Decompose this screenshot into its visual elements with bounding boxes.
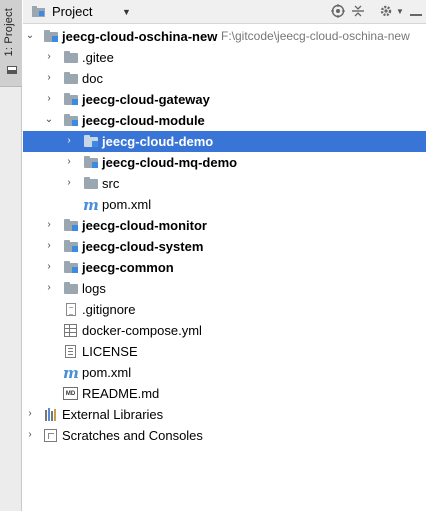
chevron-right-icon[interactable]: › [44, 283, 54, 293]
chevron-right-icon[interactable]: › [25, 430, 35, 440]
tree-row-scratches[interactable]: › Scratches and Consoles [23, 425, 426, 446]
tree-row-label: pom.xml [82, 365, 132, 380]
project-tool-tab-label: 1: Project [3, 8, 15, 57]
module-folder-icon [83, 134, 99, 149]
tree-row-system[interactable]: › jeecg-cloud-system [23, 236, 426, 257]
module-folder-icon [63, 218, 79, 233]
file-icon [63, 302, 79, 317]
tree-row-label: docker-compose.yml [82, 323, 202, 338]
tree-row-label: jeecg-cloud-mq-demo [102, 155, 238, 170]
tree-row-label: logs [82, 281, 106, 296]
chevron-right-icon[interactable]: › [44, 262, 54, 272]
tree-row-demo[interactable]: › jeecg-cloud-demo [23, 131, 426, 152]
tree-row-docker-compose[interactable]: docker-compose.yml [23, 320, 426, 341]
tool-window-strip: 1: Project [0, 0, 22, 511]
chevron-right-icon[interactable]: › [64, 136, 74, 146]
tree-row-logs[interactable]: › logs [23, 278, 426, 299]
chevron-right-icon[interactable]: › [25, 409, 35, 419]
chevron-right-icon[interactable]: › [44, 241, 54, 251]
project-view-title[interactable]: Project [52, 4, 92, 19]
license-icon [63, 344, 79, 359]
scratches-icon [43, 428, 59, 443]
tree-row-label: pom.xml [102, 197, 152, 212]
maven-icon: m [63, 364, 79, 382]
folder-icon [63, 281, 79, 296]
tree-row-label: jeecg-cloud-gateway [82, 92, 210, 107]
chevron-down-icon[interactable]: ⌄ [44, 115, 54, 125]
tree-row-license[interactable]: LICENSE [23, 341, 426, 362]
tree-row-root-pom[interactable]: m pom.xml [23, 362, 426, 383]
chevron-right-icon[interactable]: › [44, 220, 54, 230]
chevron-right-icon[interactable]: › [64, 178, 74, 188]
module-folder-icon [63, 239, 79, 254]
tree-row-label: jeecg-cloud-system [82, 239, 204, 254]
tree-row-gitignore[interactable]: .gitignore [23, 299, 426, 320]
tree-row-label: jeecg-cloud-demo [102, 134, 214, 149]
chevron-right-icon[interactable]: › [44, 94, 54, 104]
chevron-right-icon[interactable]: › [64, 157, 74, 167]
folder-icon [63, 71, 79, 86]
tree-row-monitor[interactable]: › jeecg-cloud-monitor [23, 215, 426, 236]
tree-row-label: jeecg-common [82, 260, 174, 275]
tree-row-gateway[interactable]: › jeecg-cloud-gateway [23, 89, 426, 110]
tree-row-label: Scratches and Consoles [62, 428, 203, 443]
project-path: F:\gitcode\jeecg-cloud-oschina-new [221, 29, 410, 43]
folder-icon [83, 176, 99, 191]
tree-row-label: doc [82, 71, 103, 86]
tree-row-label: jeecg-cloud-monitor [82, 218, 207, 233]
gear-dropdown-icon[interactable]: ▼ [392, 4, 408, 20]
chevron-down-icon[interactable]: ⌄ [25, 31, 35, 41]
chevron-right-icon[interactable]: › [44, 52, 54, 62]
tree-row-module-pom[interactable]: m pom.xml [23, 194, 426, 215]
tree-row-label: jeecg-cloud-module [82, 113, 205, 128]
module-folder-icon [83, 155, 99, 170]
tree-row-readme[interactable]: MD README.md [23, 383, 426, 404]
tree-row-module[interactable]: ⌄ jeecg-cloud-module [23, 110, 426, 131]
project-tree: ⌄ jeecg-cloud-oschina-new F:\gitcode\jee… [23, 24, 426, 511]
globe-target-icon[interactable] [330, 4, 346, 20]
collapse-icon[interactable] [350, 4, 366, 20]
yaml-icon [63, 323, 79, 338]
folder-icon [63, 50, 79, 65]
module-folder-icon [63, 260, 79, 275]
project-folder-icon [32, 6, 45, 17]
project-tool-tab[interactable]: 1: Project [0, 0, 22, 87]
tree-row-label: README.md [82, 386, 160, 401]
tree-row-label: .gitee [82, 50, 114, 65]
hide-icon[interactable] [408, 4, 424, 20]
tree-row-mq-demo[interactable]: › jeecg-cloud-mq-demo [23, 152, 426, 173]
module-folder-icon [63, 113, 79, 128]
tree-row-label: External Libraries [62, 407, 164, 422]
tree-row-common[interactable]: › jeecg-common [23, 257, 426, 278]
tree-row-label: jeecg-cloud-oschina-new [62, 29, 218, 44]
tree-row-doc[interactable]: › doc [23, 68, 426, 89]
tree-row-label: .gitignore [82, 302, 136, 317]
libraries-icon [43, 407, 59, 422]
view-dropdown-icon[interactable]: ▼ [122, 7, 131, 17]
tree-row-gitee[interactable]: › .gitee [23, 47, 426, 68]
tree-row-src[interactable]: › src [23, 173, 426, 194]
markdown-icon: MD [63, 386, 79, 401]
tree-row-root[interactable]: ⌄ jeecg-cloud-oschina-new F:\gitcode\jee… [23, 26, 426, 47]
maven-icon: m [83, 196, 99, 214]
chevron-right-icon[interactable]: › [44, 73, 54, 83]
tree-row-external-libraries[interactable]: › External Libraries [23, 404, 426, 425]
module-folder-icon [63, 92, 79, 107]
tool-window-icon [7, 66, 17, 74]
module-folder-icon [43, 29, 59, 44]
tree-row-label: src [102, 176, 120, 191]
tree-row-label: LICENSE [82, 344, 138, 359]
project-header: Project ▼ ▼ [23, 0, 426, 24]
